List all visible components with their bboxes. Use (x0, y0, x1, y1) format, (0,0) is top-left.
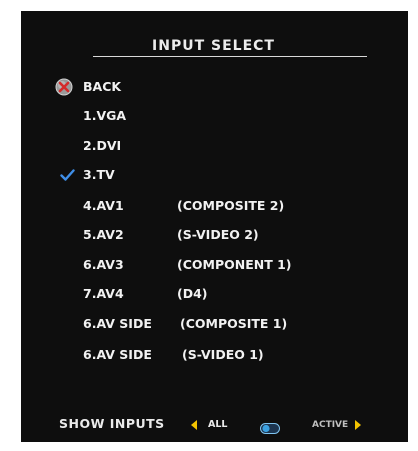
menu-item-label: 6.AV SIDE (83, 347, 152, 362)
menu-item-label: BACK (83, 79, 122, 94)
osd-menu-panel: INPUT SELECT BACK 1.VGA 2.DVI 3.TV 4.AV1… (21, 11, 408, 442)
menu-item-av-side-composite[interactable]: 6.AV SIDE (COMPOSITE 1) (21, 313, 408, 335)
menu-item-sublabel: (COMPONENT 1) (177, 257, 292, 272)
toggle-switch-icon[interactable] (260, 419, 280, 434)
all-option-label[interactable]: ALL (208, 419, 227, 430)
menu-item-back[interactable]: BACK (21, 76, 408, 98)
menu-item-label: 5.AV2 (83, 227, 124, 242)
menu-item-dvi[interactable]: 2.DVI (21, 135, 408, 157)
menu-item-label: 2.DVI (83, 138, 122, 153)
menu-item-label: 1.VGA (83, 108, 127, 123)
menu-item-sublabel: (S-VIDEO 1) (182, 347, 264, 362)
menu-item-label: 4.AV1 (83, 198, 124, 213)
menu-item-av2[interactable]: 5.AV2 (S-VIDEO 2) (21, 224, 408, 246)
menu-item-label: 7.AV4 (83, 286, 124, 301)
menu-item-av-side-svideo[interactable]: 6.AV SIDE (S-VIDEO 1) (21, 344, 408, 366)
arrow-right-icon[interactable] (355, 420, 361, 430)
back-icon (55, 78, 73, 96)
arrow-left-icon[interactable] (191, 420, 197, 430)
active-option-label[interactable]: ACTIVE (312, 420, 348, 430)
title-divider (93, 56, 367, 57)
menu-item-label: 6.AV3 (83, 257, 124, 272)
checkmark-icon (60, 168, 75, 182)
menu-item-tv[interactable]: 3.TV (21, 164, 408, 186)
show-inputs-label: SHOW INPUTS (59, 416, 165, 431)
menu-item-sublabel: (COMPOSITE 1) (180, 316, 288, 331)
menu-item-sublabel: (D4) (177, 286, 208, 301)
menu-item-sublabel: (S-VIDEO 2) (177, 227, 259, 242)
menu-item-av3[interactable]: 6.AV3 (COMPONENT 1) (21, 254, 408, 276)
menu-item-av4[interactable]: 7.AV4 (D4) (21, 283, 408, 305)
menu-item-label: 6.AV SIDE (83, 316, 152, 331)
menu-item-sublabel: (COMPOSITE 2) (177, 198, 285, 213)
menu-item-av1[interactable]: 4.AV1 (COMPOSITE 2) (21, 195, 408, 217)
menu-title: INPUT SELECT (152, 38, 275, 54)
menu-item-label: 3.TV (83, 167, 115, 182)
menu-item-vga[interactable]: 1.VGA (21, 105, 408, 127)
